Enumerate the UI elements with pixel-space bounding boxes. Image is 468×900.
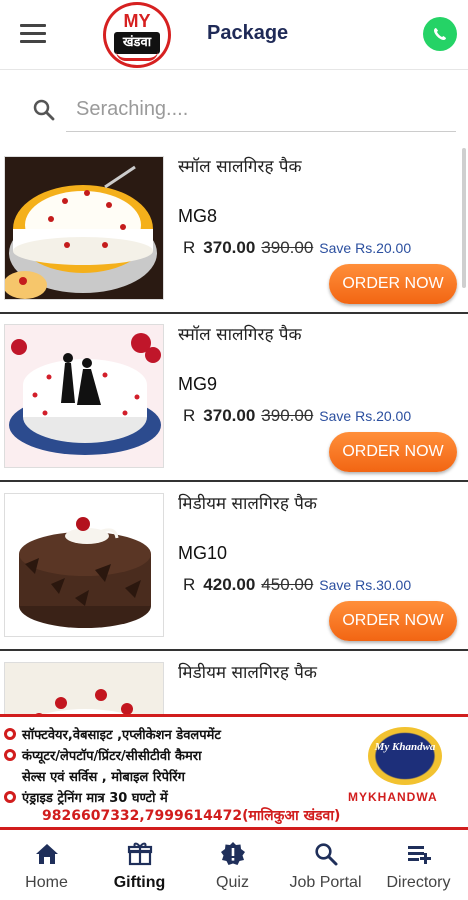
product-price: 370.00 (203, 238, 256, 257)
ad-line-3: सेल्स एवं सर्विस , मोबाइल रिपेरिंग (22, 770, 185, 785)
nav-label: Directory (386, 874, 451, 891)
ad-banner[interactable]: सॉफ्टवेयर,वेबसाइट ,एप्लीकेशन डेवलपमेंट क… (0, 714, 468, 830)
product-code: MG9 (178, 374, 218, 394)
product-name: स्मॉल सालगिरह पैक (178, 325, 302, 345)
product-image (4, 324, 164, 468)
ad-line-1: सॉफ्टवेयर,वेबसाइट ,एप्लीकेशन डेवलपमेंट (22, 728, 221, 743)
order-now-button[interactable]: ORDER NOW (329, 601, 457, 641)
product-card[interactable]: मिडीयम सालगिरह पैक MG10 R 420.00 450.00 Sav… (0, 483, 468, 651)
old-price: 390.00 (261, 238, 314, 257)
ad-phone: 9826607332,7999614472(मालिकुआ खंडवा) (42, 808, 341, 824)
order-now-button[interactable]: ORDER NOW (329, 264, 457, 304)
nav-item-job-portal[interactable]: Job Portal (279, 831, 372, 900)
home-icon (35, 844, 58, 864)
product-code: MG8 (178, 206, 218, 226)
save-text: Save Rs.20.00 (319, 408, 412, 424)
product-card[interactable]: मिडीयम सालगिरह पैक (0, 652, 468, 716)
save-text: Save Rs.20.00 (319, 240, 412, 256)
logo-text: MY (123, 11, 151, 31)
nav-item-directory[interactable]: Directory (372, 831, 465, 900)
search-icon (33, 99, 55, 121)
ad-brand: MYKHANDWA (348, 790, 438, 804)
ad-line-2: कंप्यूटर/लेपटॉप/प्रिंटर/सीसीटीवी कैमरा (22, 749, 202, 764)
currency-symbol: R (183, 575, 196, 594)
app-header: MY खंडवा Package (0, 0, 468, 70)
product-name: मिडीयम सालगिरह पैक (178, 663, 317, 683)
currency-symbol: R (183, 238, 196, 257)
list-scrollbar[interactable] (462, 148, 466, 288)
nav-item-gifting[interactable]: Gifting (93, 831, 186, 900)
whatsapp-icon[interactable] (423, 17, 457, 51)
nav-item-quiz[interactable]: Quiz (186, 831, 279, 900)
nav-label: Gifting (113, 874, 166, 891)
ad-badge-logo: My Khandwa (368, 727, 442, 785)
old-price: 390.00 (261, 406, 314, 425)
gift-icon (127, 842, 152, 866)
ad-line-4: एंड्राइड ट्रेनिंग मात्र 30 घण्टो में (22, 791, 168, 806)
product-code: MG10 (178, 543, 228, 563)
price-line: R 420.00 450.00 Save Rs.30.00 (183, 575, 411, 595)
directory-icon (407, 846, 431, 864)
product-name: स्मॉल सालगिरह पैक (178, 157, 302, 177)
product-name: मिडीयम सालगिरह पैक (178, 494, 317, 514)
nav-item-home[interactable]: Home (0, 831, 93, 900)
product-image (4, 662, 164, 716)
product-image (4, 493, 164, 637)
order-now-button[interactable]: ORDER NOW (329, 432, 457, 472)
bottom-navigation: Home Gifting Quiz Job Portal Directory (0, 831, 468, 900)
nav-label: Quiz (216, 874, 249, 891)
search-bar (0, 78, 468, 142)
product-card[interactable]: स्मॉल सालगिरह पैक MG8 R 370.00 390.00 Save … (0, 146, 468, 314)
currency-symbol: R (183, 406, 196, 425)
product-price: 420.00 (203, 575, 256, 594)
nav-label: Job Portal (289, 874, 362, 891)
search-icon (314, 843, 337, 866)
app-logo: MY खंडवा (103, 2, 171, 68)
search-input[interactable] (66, 88, 456, 132)
page-title: Package (207, 22, 289, 44)
quiz-badge-icon (220, 842, 245, 865)
product-image (4, 156, 164, 300)
ad-badge-text: My Khandwa (374, 741, 436, 753)
price-line: R 370.00 390.00 Save Rs.20.00 (183, 238, 411, 258)
hamburger-menu-icon[interactable] (20, 24, 46, 44)
nav-label: Home (25, 874, 68, 891)
product-price: 370.00 (203, 406, 256, 425)
price-line: R 370.00 390.00 Save Rs.20.00 (183, 406, 411, 426)
product-card[interactable]: स्मॉल सालगिरह पैक MG9 R 370.00 390.00 Save … (0, 314, 468, 482)
product-list: स्मॉल सालगिरह पैक MG8 R 370.00 390.00 Save … (0, 146, 468, 716)
old-price: 450.00 (261, 575, 314, 594)
save-text: Save Rs.30.00 (319, 577, 412, 593)
